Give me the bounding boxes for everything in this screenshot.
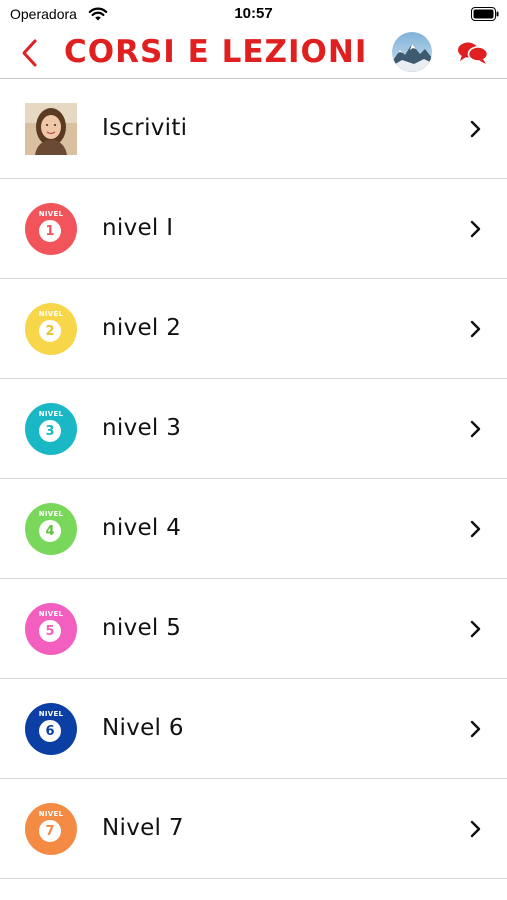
badge-number: 2 — [45, 324, 55, 339]
chevron-right-icon — [470, 220, 481, 238]
list-item-level-2[interactable]: NIVEL 2 nivel 2 — [0, 279, 507, 379]
badge-number: 7 — [45, 824, 55, 839]
chevron-right-icon — [470, 820, 481, 838]
page-title: CORSI E LEZIONI — [64, 34, 368, 70]
list-item-label: nivel 3 — [102, 415, 182, 441]
chevron-right-icon — [470, 420, 481, 438]
mountain-landscape-icon — [392, 32, 432, 72]
badge-caption: NIVEL — [38, 510, 64, 518]
badge-number: 1 — [45, 224, 55, 239]
badge-caption: NIVEL — [38, 410, 64, 418]
list-item-level-7[interactable]: NIVEL 7 Nivel 7 — [0, 779, 507, 879]
badge-caption: NIVEL — [38, 310, 64, 318]
list-item-iscriviti[interactable]: Iscriviti — [0, 79, 507, 179]
list-item-level-6[interactable]: NIVEL 6 Nivel 6 — [0, 679, 507, 779]
navigation-bar: CORSI E LEZIONI — [0, 28, 507, 79]
level-badge-icon: NIVEL 4 — [25, 503, 77, 555]
chevron-right-icon — [470, 720, 481, 738]
badge-caption: NIVEL — [38, 210, 64, 218]
badge-caption: NIVEL — [38, 610, 64, 618]
list-item-label: Iscriviti — [102, 115, 188, 141]
course-list: Iscriviti NIVEL 1 nivel I NIVEL 2 nivel … — [0, 79, 507, 879]
level-badge-icon: NIVEL 6 — [25, 703, 77, 755]
badge-number: 6 — [45, 724, 55, 739]
chevron-right-icon — [470, 520, 481, 538]
battery-icon — [471, 7, 499, 21]
list-item-level-4[interactable]: NIVEL 4 nivel 4 — [0, 479, 507, 579]
level-badge-icon: NIVEL 1 — [25, 203, 77, 255]
chevron-right-icon — [470, 320, 481, 338]
badge-caption: NIVEL — [38, 810, 64, 818]
list-item-label: Nivel 7 — [102, 815, 184, 841]
badge-number: 3 — [45, 424, 55, 439]
badge-number: 5 — [45, 624, 55, 639]
app-screen: Operadora 10:57 CORSI E LEZIONI Iscrivit… — [0, 0, 507, 900]
list-item-label: nivel 2 — [102, 315, 182, 341]
list-item-label: nivel 5 — [102, 615, 182, 641]
level-badge-icon: NIVEL 5 — [25, 603, 77, 655]
level-badge-icon: NIVEL 2 — [25, 303, 77, 355]
list-item-label: nivel I — [102, 215, 174, 241]
list-item-level-1[interactable]: NIVEL 1 nivel I — [0, 179, 507, 279]
level-badge-icon: NIVEL 7 — [25, 803, 77, 855]
badge-caption: NIVEL — [38, 710, 64, 718]
level-badge-icon: NIVEL 3 — [25, 403, 77, 455]
list-item-level-5[interactable]: NIVEL 5 nivel 5 — [0, 579, 507, 679]
chevron-right-icon — [470, 620, 481, 638]
status-bar: Operadora 10:57 — [0, 0, 507, 28]
back-chevron-icon[interactable] — [16, 36, 46, 70]
chat-bubbles-icon[interactable] — [456, 40, 490, 66]
list-item-label: nivel 4 — [102, 515, 182, 541]
list-item-label: Nivel 6 — [102, 715, 184, 741]
badge-number: 4 — [45, 524, 55, 539]
user-avatar[interactable] — [392, 32, 432, 72]
clock-time: 10:57 — [234, 5, 273, 22]
chevron-right-icon — [470, 120, 481, 138]
profile-photo — [25, 103, 77, 155]
list-item-level-3[interactable]: NIVEL 3 nivel 3 — [0, 379, 507, 479]
